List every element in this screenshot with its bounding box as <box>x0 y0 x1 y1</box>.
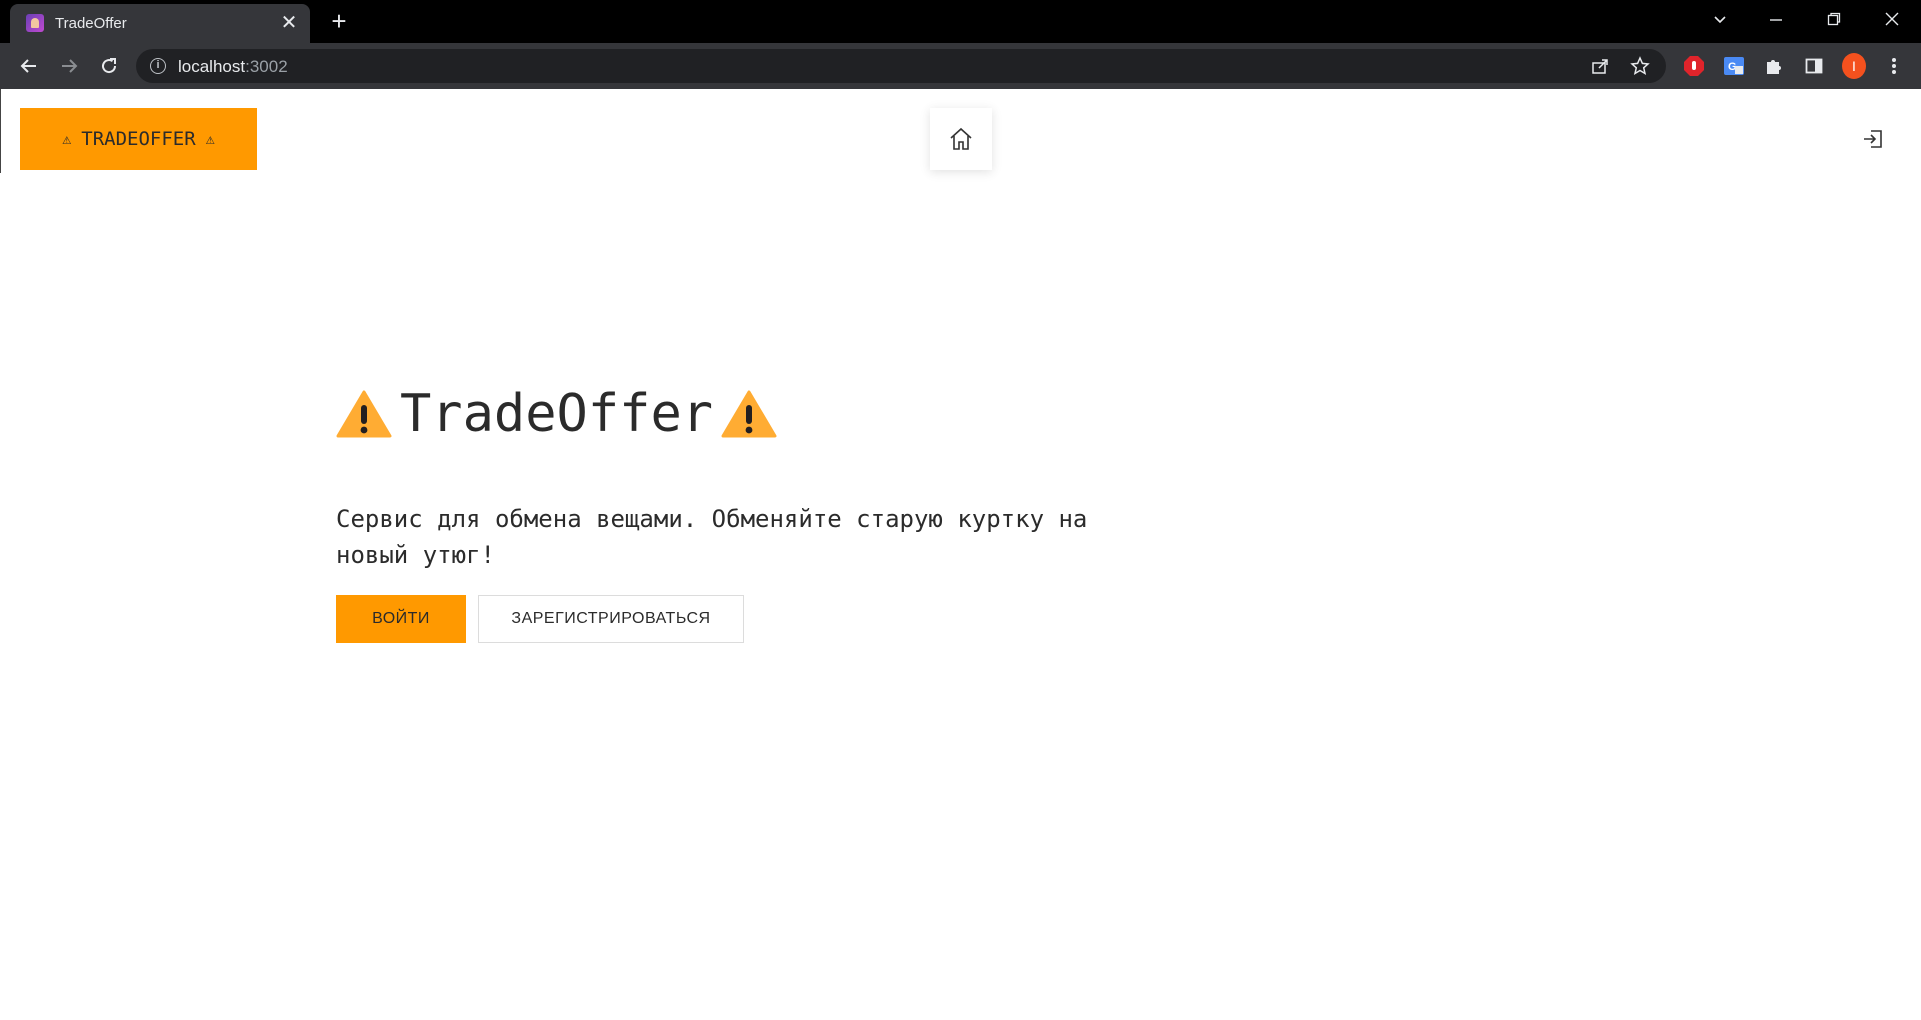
hero-section: TradeOffer Сервис для обмена вещами. Обм… <box>336 379 1156 643</box>
hero-actions: ВОЙТИ ЗАРЕГИСТРИРОВАТЬСЯ <box>336 595 1156 643</box>
tab-title: TradeOffer <box>55 15 127 32</box>
hero-title: TradeOffer <box>336 379 1156 449</box>
login-button[interactable]: ВОЙТИ <box>336 595 466 643</box>
browser-toolbar: i localhost:3002 G I <box>0 43 1921 89</box>
forward-icon[interactable] <box>54 51 84 81</box>
hero-title-text: TradeOffer <box>400 384 714 444</box>
tab-search-icon[interactable] <box>1702 6 1738 36</box>
adblock-extension-icon[interactable] <box>1682 54 1706 78</box>
profile-avatar[interactable]: I <box>1842 53 1866 79</box>
minimize-icon[interactable] <box>1758 6 1794 36</box>
browser-tab[interactable]: TradeOffer ✕ <box>10 4 310 43</box>
hero-description: Сервис для обмена вещами. Обменяйте стар… <box>336 505 1088 569</box>
home-icon <box>950 127 972 150</box>
site-info-icon[interactable]: i <box>150 58 166 74</box>
bookmark-star-icon[interactable] <box>1628 54 1652 78</box>
back-icon[interactable] <box>14 51 44 81</box>
brand-logo-button[interactable]: ⚠ TRADEOFFER ⚠ <box>20 108 257 170</box>
side-panel-icon[interactable] <box>1802 54 1826 78</box>
tab-favicon-icon <box>26 14 44 32</box>
page-left-edge <box>0 89 1 173</box>
translate-extension-icon[interactable]: G <box>1722 54 1746 78</box>
warning-icon <box>336 390 392 438</box>
page: ⚠ TRADEOFFER ⚠ TradeOffer Сервис для обм… <box>0 89 1921 1020</box>
restore-icon[interactable] <box>1816 6 1852 36</box>
extensions-puzzle-icon[interactable] <box>1762 54 1786 78</box>
brand-label: TRADEOFFER <box>81 128 196 150</box>
home-button[interactable] <box>930 108 992 170</box>
browser-menu-icon[interactable] <box>1882 54 1906 78</box>
warning-icon <box>721 390 777 438</box>
share-icon[interactable] <box>1588 54 1612 78</box>
login-icon-button[interactable] <box>1860 126 1886 152</box>
address-url: localhost:3002 <box>178 57 288 76</box>
register-button[interactable]: ЗАРЕГИСТРИРОВАТЬСЯ <box>478 595 744 643</box>
warning-icon: ⚠ <box>62 130 72 148</box>
browser-tabstrip: TradeOffer ✕ + <box>0 0 1921 43</box>
warning-icon: ⚠ <box>205 130 215 148</box>
new-tab-button[interactable]: + <box>325 8 353 36</box>
close-window-icon[interactable] <box>1874 6 1910 36</box>
tab-close-icon[interactable]: ✕ <box>278 12 300 34</box>
login-icon <box>1864 130 1882 148</box>
address-bar[interactable]: i localhost:3002 <box>136 49 1666 83</box>
reload-icon[interactable] <box>94 51 124 81</box>
